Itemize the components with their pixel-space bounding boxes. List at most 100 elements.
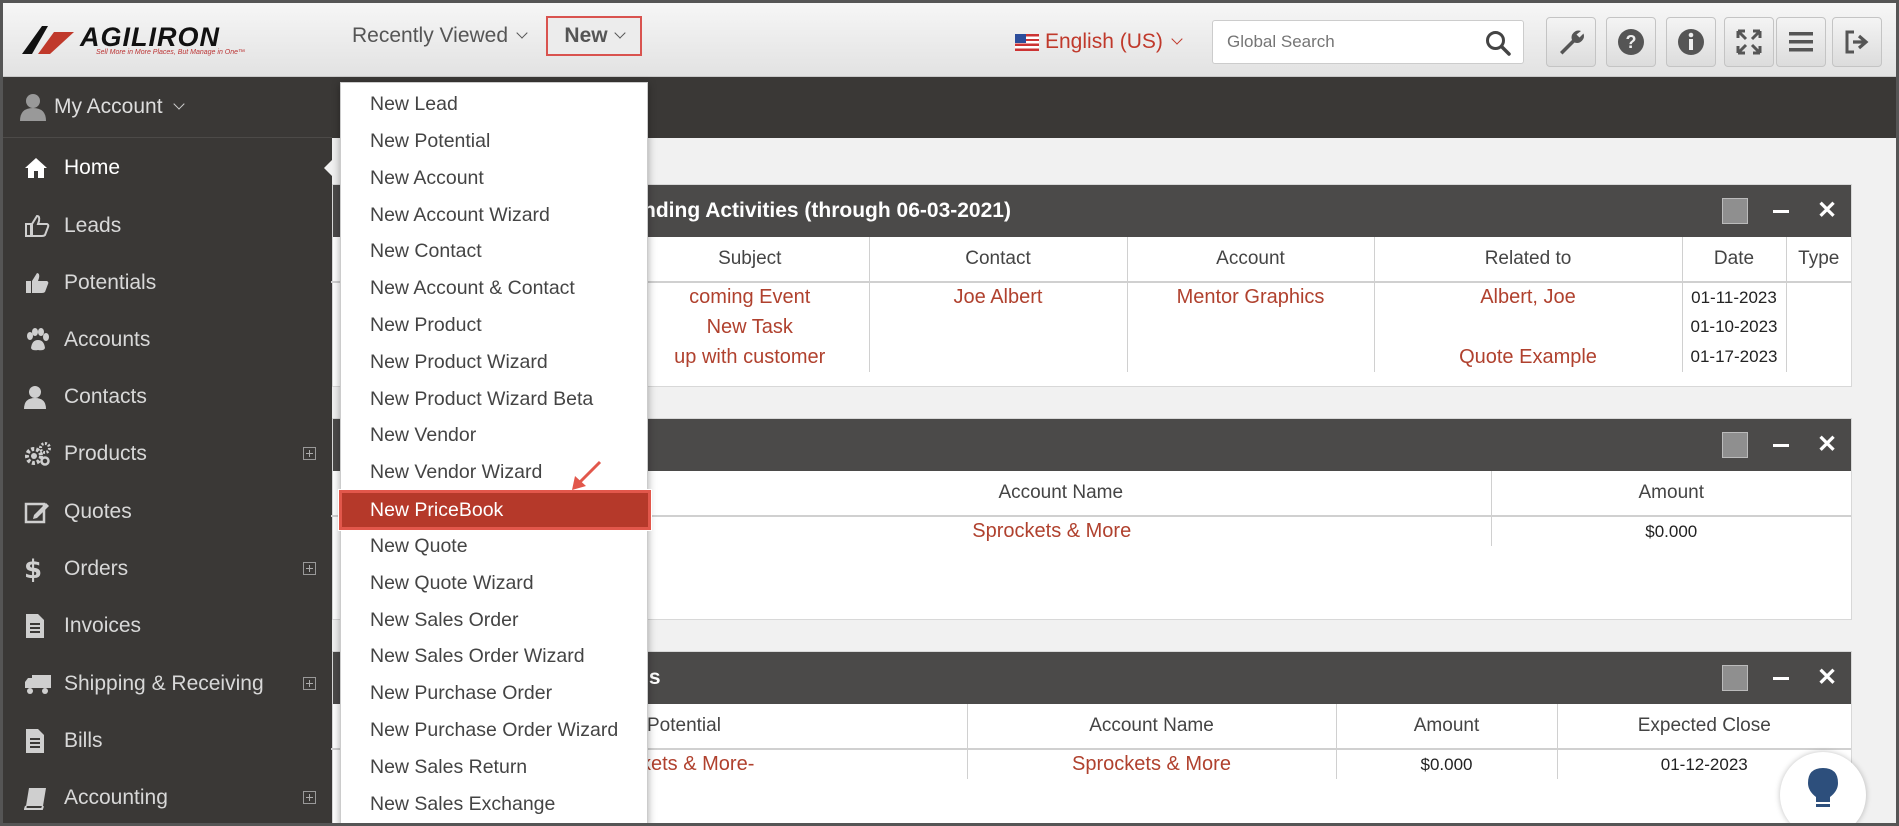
- new-menu-button[interactable]: New: [546, 16, 642, 56]
- sidebar-item-home[interactable]: Home: [0, 143, 332, 193]
- expand-icon[interactable]: [303, 677, 316, 690]
- recently-viewed-menu[interactable]: Recently Viewed: [352, 24, 528, 48]
- widget-close-button[interactable]: ✕: [1813, 664, 1841, 692]
- sidebar-item-label: Quotes: [64, 500, 132, 523]
- menu-item-new-product[interactable]: New Product: [341, 307, 649, 344]
- sidebar-item-label: Accounting: [64, 786, 168, 809]
- paw-icon: [24, 327, 58, 353]
- global-search: [1212, 20, 1524, 64]
- recently-viewed-label: Recently Viewed: [352, 24, 509, 47]
- widget-minimize-button[interactable]: [1767, 664, 1795, 692]
- svg-text:$: $: [24, 555, 42, 583]
- sidebar-item-potentials[interactable]: Potentials: [0, 258, 332, 308]
- search-icon[interactable]: [1485, 30, 1511, 56]
- cell-contact[interactable]: [869, 312, 1128, 342]
- menu-item-new-quote[interactable]: New Quote: [341, 528, 649, 565]
- widget-title: nding Activities (through 06-03-2021): [643, 199, 1011, 222]
- cell-date: 01-11-2023: [1682, 282, 1787, 312]
- settings-button[interactable]: [1546, 17, 1596, 67]
- expand-icon[interactable]: [303, 562, 316, 575]
- sidebar-item-label: Potentials: [64, 271, 157, 294]
- menu-item-new-lead[interactable]: New Lead: [341, 86, 649, 123]
- sidebar-item-contacts[interactable]: Contacts: [0, 372, 332, 422]
- widget-settings-button[interactable]: [1721, 431, 1749, 459]
- menu-item-new-pricebook[interactable]: New PriceBook: [338, 489, 652, 531]
- cell-contact[interactable]: [869, 342, 1128, 372]
- menu-item-new-potential[interactable]: New Potential: [341, 123, 649, 160]
- book-icon: [24, 785, 58, 811]
- global-search-input[interactable]: [1213, 21, 1463, 63]
- expand-icon[interactable]: [303, 791, 316, 804]
- cell-account[interactable]: Mentor Graphics: [1127, 282, 1375, 312]
- menu-item-new-account-contact[interactable]: New Account & Contact: [341, 270, 649, 307]
- widget-settings-button[interactable]: [1721, 197, 1749, 225]
- user-icon: [24, 384, 58, 410]
- main-menu-button[interactable]: [1776, 17, 1826, 67]
- cell-account[interactable]: Sprockets & More: [967, 749, 1337, 779]
- close-icon: ✕: [1816, 664, 1838, 691]
- cell-related[interactable]: Quote Example: [1374, 342, 1683, 372]
- close-icon: ✕: [1816, 197, 1838, 224]
- menu-item-new-account[interactable]: New Account: [341, 160, 649, 197]
- sidebar-item-quotes[interactable]: Quotes: [0, 487, 332, 537]
- new-dropdown-menu: New Lead New Potential New Account New A…: [338, 82, 652, 826]
- language-selector[interactable]: English (US): [1015, 30, 1183, 54]
- widget-minimize-button[interactable]: [1767, 431, 1795, 459]
- menu-item-new-product-wizard[interactable]: New Product Wizard: [341, 344, 649, 381]
- truck-icon: [24, 671, 58, 697]
- widget-settings-button[interactable]: [1721, 664, 1749, 692]
- widget-minimize-button[interactable]: [1767, 197, 1795, 225]
- my-account-menu[interactable]: My Account: [0, 77, 332, 138]
- sidebar-item-label: Invoices: [64, 614, 142, 637]
- col-expected-close[interactable]: Expected Close: [1557, 704, 1851, 750]
- col-account[interactable]: Account: [1127, 237, 1375, 283]
- sidebar-item-invoices[interactable]: Invoices: [0, 601, 332, 651]
- thumbs-up-outline-icon: [24, 213, 58, 239]
- col-amount[interactable]: Amount: [1336, 704, 1558, 750]
- home-icon: [24, 155, 58, 181]
- help-button[interactable]: ?: [1606, 17, 1656, 67]
- widget-close-button[interactable]: ✕: [1813, 197, 1841, 225]
- col-date[interactable]: Date: [1682, 237, 1787, 283]
- cell-account[interactable]: [1127, 342, 1375, 372]
- sidebar-item-bills[interactable]: Bills: [0, 716, 332, 766]
- menu-item-new-sales-exchange[interactable]: New Sales Exchange: [341, 786, 649, 823]
- agiliron-logo[interactable]: AGILIRON Sell More in More Places, But M…: [22, 22, 262, 58]
- cell-related[interactable]: Albert, Joe: [1374, 282, 1683, 312]
- menu-item-new-vendor[interactable]: New Vendor: [341, 417, 649, 454]
- menu-item-new-contact[interactable]: New Contact: [341, 233, 649, 270]
- logout-button[interactable]: [1832, 17, 1882, 67]
- cell-contact[interactable]: Joe Albert: [869, 282, 1128, 312]
- chevron-down-icon: [172, 98, 185, 110]
- sidebar-item-shipping-receiving[interactable]: Shipping & Receiving: [0, 659, 332, 709]
- menu-item-new-purchase-order[interactable]: New Purchase Order: [341, 675, 649, 712]
- cell-account[interactable]: [1127, 312, 1375, 342]
- col-related-to[interactable]: Related to: [1374, 237, 1683, 283]
- col-account-name[interactable]: Account Name: [967, 704, 1337, 750]
- sidebar-item-products[interactable]: Products: [0, 429, 332, 479]
- menu-item-new-account-wizard[interactable]: New Account Wizard: [341, 197, 649, 234]
- menu-item-new-sales-return[interactable]: New Sales Return: [341, 749, 649, 786]
- sidebar-item-leads[interactable]: Leads: [0, 201, 332, 251]
- sidebar-item-accounting[interactable]: Accounting: [0, 773, 332, 823]
- menu-item-new-sales-order-wizard[interactable]: New Sales Order Wizard: [341, 638, 649, 675]
- square-icon: [1722, 665, 1748, 691]
- expand-icon[interactable]: [303, 447, 316, 460]
- cell-related[interactable]: [1374, 312, 1683, 342]
- minus-icon: [1773, 443, 1789, 447]
- sidebar-item-accounts[interactable]: Accounts: [0, 315, 332, 365]
- info-button[interactable]: [1666, 17, 1716, 67]
- cell-type: [1786, 342, 1851, 372]
- my-account-label: My Account: [54, 95, 163, 118]
- menu-item-new-product-wizard-beta[interactable]: New Product Wizard Beta: [341, 381, 649, 418]
- sidebar-item-orders[interactable]: $ Orders: [0, 544, 332, 594]
- col-amount[interactable]: Amount: [1491, 471, 1851, 517]
- menu-item-new-sales-order[interactable]: New Sales Order: [341, 602, 649, 639]
- col-type[interactable]: Type: [1786, 237, 1851, 283]
- fullscreen-button[interactable]: [1724, 17, 1774, 67]
- menu-item-new-purchase-order-wizard[interactable]: New Purchase Order Wizard: [341, 712, 649, 749]
- col-contact[interactable]: Contact: [869, 237, 1128, 283]
- menu-item-new-quote-wizard[interactable]: New Quote Wizard: [341, 565, 649, 602]
- widget-close-button[interactable]: ✕: [1813, 431, 1841, 459]
- new-menu-label: New: [564, 24, 608, 47]
